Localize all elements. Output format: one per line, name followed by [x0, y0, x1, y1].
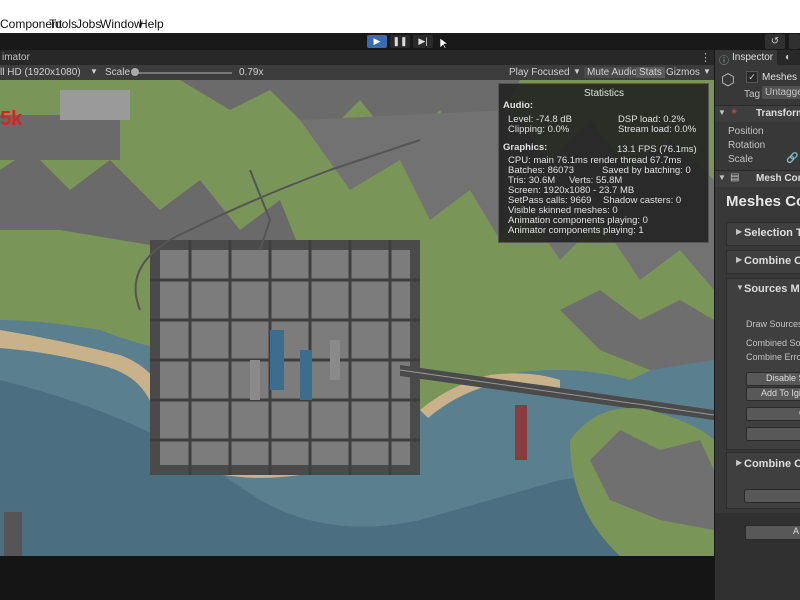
transform-header[interactable]: ▼ ✴ Transform [715, 105, 800, 122]
combine-options-foldout[interactable]: ▶ Combine Op [726, 250, 800, 274]
stats-stream: Stream load: 0.0% [618, 124, 697, 135]
bottom-bar [0, 556, 714, 600]
cube-icon: ⬡ [721, 72, 735, 89]
gizmos-button[interactable]: Gizmos [666, 67, 700, 78]
menu-help[interactable]: Help [139, 17, 164, 31]
scale-slider-handle[interactable] [131, 68, 139, 76]
play-focused-dropdown[interactable]: Play Focused [509, 67, 570, 78]
transform-icon: ✴ [730, 107, 739, 118]
rotation-label: Rotation [728, 140, 766, 151]
statistics-panel: Statistics Audio: Level: -74.8 dB Clippi… [498, 83, 709, 243]
pause-button[interactable]: ❚❚ [390, 35, 410, 48]
combine-output-title[interactable]: Combine Ou [744, 458, 800, 470]
mute-audio-button[interactable]: Mute Audio [584, 67, 641, 78]
active-checkbox[interactable]: ✓ [746, 71, 758, 83]
combined-sources-label: Combined Sou [746, 338, 800, 348]
menu-jobs[interactable]: Jobs [76, 17, 101, 31]
game-view-controls: ll HD (1920x1080) ▼ Scale 0.79x Play Foc… [0, 65, 714, 80]
link-icon[interactable]: 🔗 [786, 153, 798, 164]
stats-button[interactable]: Stats [636, 67, 665, 78]
gizmos-chevron-icon[interactable]: ▼ [703, 67, 711, 76]
stats-clipping: Clipping: 0.0% [508, 124, 570, 135]
stats-graphics-label: Graphics: [503, 142, 548, 153]
step-icon: ▶| [418, 36, 428, 46]
history-button[interactable]: ↺ [765, 34, 785, 49]
play-icon: ▶ [373, 36, 381, 46]
add-to-ignore-button[interactable]: Add To Igi [746, 387, 800, 401]
inspector-icon: ⓘ [719, 56, 729, 67]
inspector-footer: A [715, 513, 800, 600]
collapse-arrow-icon: ▼ [718, 173, 726, 182]
stats-audio-label: Audio: [503, 100, 534, 111]
game-view-tab-bar: imator ⋮ [0, 50, 714, 66]
inspector-tab[interactable]: ⓘ Inspector [715, 50, 777, 67]
second-tab-icon[interactable]: ◐ [785, 52, 791, 63]
disable-sources-button[interactable]: Disable S [746, 372, 800, 386]
play-button[interactable]: ▶ [367, 35, 387, 48]
foldout-arrow-icon[interactable]: ▶ [736, 458, 742, 467]
selection-foldout[interactable]: ▶ Selection T [726, 222, 800, 246]
source-action-button[interactable]: C [746, 407, 800, 421]
inspector-panel: ⓘ Inspector ◐ ⬡ ✓ Meshes C Tag Untagge ▼… [714, 50, 800, 600]
foldout-arrow-icon: ▶ [736, 227, 743, 236]
cloud-button[interactable] [789, 34, 800, 49]
object-name-field[interactable]: Meshes C [762, 72, 800, 83]
step-button[interactable]: ▶| [413, 35, 433, 48]
menu-bar: Component Tools Jobs Window Help [0, 0, 800, 33]
menu-tools[interactable]: Tools [49, 17, 77, 31]
history-icon: ↺ [770, 36, 780, 47]
resolution-dropdown[interactable]: ll HD (1920x1080) [0, 67, 81, 78]
scale-label: Scale [105, 67, 131, 78]
draw-sources-label: Draw Sources [746, 319, 800, 329]
pause-icon: ❚❚ [392, 36, 408, 46]
overlay-counter: 5k [0, 108, 23, 130]
mouse-cursor-icon [440, 38, 448, 50]
component-title: Meshes Co [726, 193, 800, 210]
stats-fps: 13.1 FPS (76.1ms) [617, 144, 697, 155]
combine-output-foldout: ▶ Combine Ou [726, 452, 800, 509]
main-toolbar: ▶ ❚❚ ▶| ↺ [0, 33, 800, 50]
scale-label-inspector: Scale [728, 154, 754, 165]
menu-window[interactable]: Window [100, 17, 143, 31]
scale-slider-track[interactable] [132, 72, 232, 74]
combine-errors-label: Combine Erro [746, 352, 800, 362]
source-action-button-2[interactable] [746, 427, 800, 441]
mesh-component-header[interactable]: ▼ ▤ Mesh Com [715, 170, 800, 187]
scale-value: 0.79x [239, 67, 264, 78]
foldout-arrow-icon: ▶ [736, 255, 743, 264]
tag-label: Tag [744, 89, 761, 100]
sources-title[interactable]: Sources Ma [744, 283, 800, 295]
foldout-expanded-arrow-icon[interactable]: ▼ [736, 283, 744, 292]
position-label: Position [728, 126, 764, 137]
game-view-tab[interactable]: imator [2, 52, 30, 63]
combine-output-button[interactable] [744, 489, 800, 503]
collapse-arrow-icon: ▼ [718, 108, 726, 117]
stats-animator: Animator components playing: 1 [508, 225, 644, 236]
tag-dropdown[interactable]: Untagge [762, 86, 800, 99]
stats-title: Statistics [584, 88, 625, 99]
kebab-menu-icon[interactable]: ⋮ [700, 51, 711, 64]
script-icon: ▤ [730, 172, 740, 183]
play-focused-chevron-icon[interactable]: ▼ [573, 67, 581, 76]
resolution-chevron-icon[interactable]: ▼ [90, 67, 98, 76]
inspector-tab-bar: ⓘ Inspector ◐ [715, 50, 800, 67]
add-component-button[interactable]: A [745, 525, 800, 540]
sources-foldout: ▼ Sources Ma Draw Sources Combined Sou C… [726, 278, 800, 450]
